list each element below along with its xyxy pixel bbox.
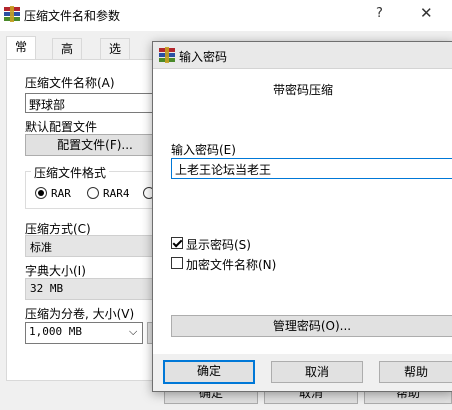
winrar-icon bbox=[159, 47, 175, 63]
archive-name-input[interactable]: 野球部 bbox=[25, 93, 165, 113]
cancel-button[interactable]: 取消 bbox=[271, 361, 363, 383]
archive-name-label: 压缩文件名称(A) bbox=[25, 76, 115, 90]
ok-button[interactable]: 确定 bbox=[163, 360, 255, 384]
format-rar4-radio[interactable] bbox=[87, 187, 99, 199]
winrar-icon bbox=[4, 6, 20, 22]
format-rar4-label: RAR4 bbox=[103, 187, 130, 200]
encrypt-names-checkbox[interactable] bbox=[171, 257, 183, 269]
tab-advanced[interactable]: 高级 bbox=[52, 38, 83, 76]
dict-label: 字典大小(I) bbox=[25, 264, 86, 278]
split-input[interactable]: 1,000 MB bbox=[25, 322, 143, 344]
password-dialog: 输入密码 带密码压缩 输入密码(E) 上老王论坛当老王 显示密码(S) 加密文件… bbox=[152, 41, 452, 392]
help-icon[interactable]: ? bbox=[376, 6, 383, 21]
archive-format-label: 压缩文件格式 bbox=[31, 164, 110, 181]
default-profile-label: 默认配置文件 bbox=[25, 120, 98, 134]
tab-general[interactable]: 常规 bbox=[6, 36, 37, 74]
format-rar-radio[interactable] bbox=[35, 187, 47, 199]
tab-options[interactable]: 选项 bbox=[100, 38, 131, 76]
help-button[interactable]: 帮助 bbox=[379, 361, 452, 383]
dict-select[interactable]: 32 MB bbox=[25, 278, 165, 300]
encrypt-names-label: 加密文件名称(N) bbox=[186, 258, 277, 272]
show-password-checkbox[interactable] bbox=[171, 237, 183, 249]
outer-titlebar: 压缩文件名和参数 ? ✕ bbox=[0, 0, 452, 31]
password-input[interactable]: 上老王论坛当老王 bbox=[171, 158, 452, 179]
dialog-heading: 带密码压缩 bbox=[272, 83, 333, 97]
chevron-down-icon[interactable]: ⌵ bbox=[129, 325, 137, 339]
split-label: 压缩为分卷, 大小(V) bbox=[25, 307, 135, 321]
format-rar-label: RAR bbox=[51, 187, 71, 200]
password-label: 输入密码(E) bbox=[171, 143, 236, 157]
method-select[interactable]: 标准 bbox=[25, 235, 165, 257]
show-password-label: 显示密码(S) bbox=[186, 238, 251, 252]
profile-button[interactable]: 配置文件(F)... bbox=[25, 134, 165, 156]
dialog-footer: 确定 取消 帮助 bbox=[153, 354, 452, 391]
window-title: 压缩文件名和参数 bbox=[24, 9, 121, 23]
dialog-body: 带密码压缩 输入密码(E) 上老王论坛当老王 显示密码(S) 加密文件名称(N)… bbox=[153, 69, 452, 354]
close-icon[interactable]: ✕ bbox=[420, 4, 433, 22]
dialog-titlebar: 输入密码 bbox=[153, 42, 452, 69]
dialog-title: 输入密码 bbox=[179, 50, 228, 64]
manage-passwords-button[interactable]: 管理密码(O)... bbox=[171, 315, 452, 337]
